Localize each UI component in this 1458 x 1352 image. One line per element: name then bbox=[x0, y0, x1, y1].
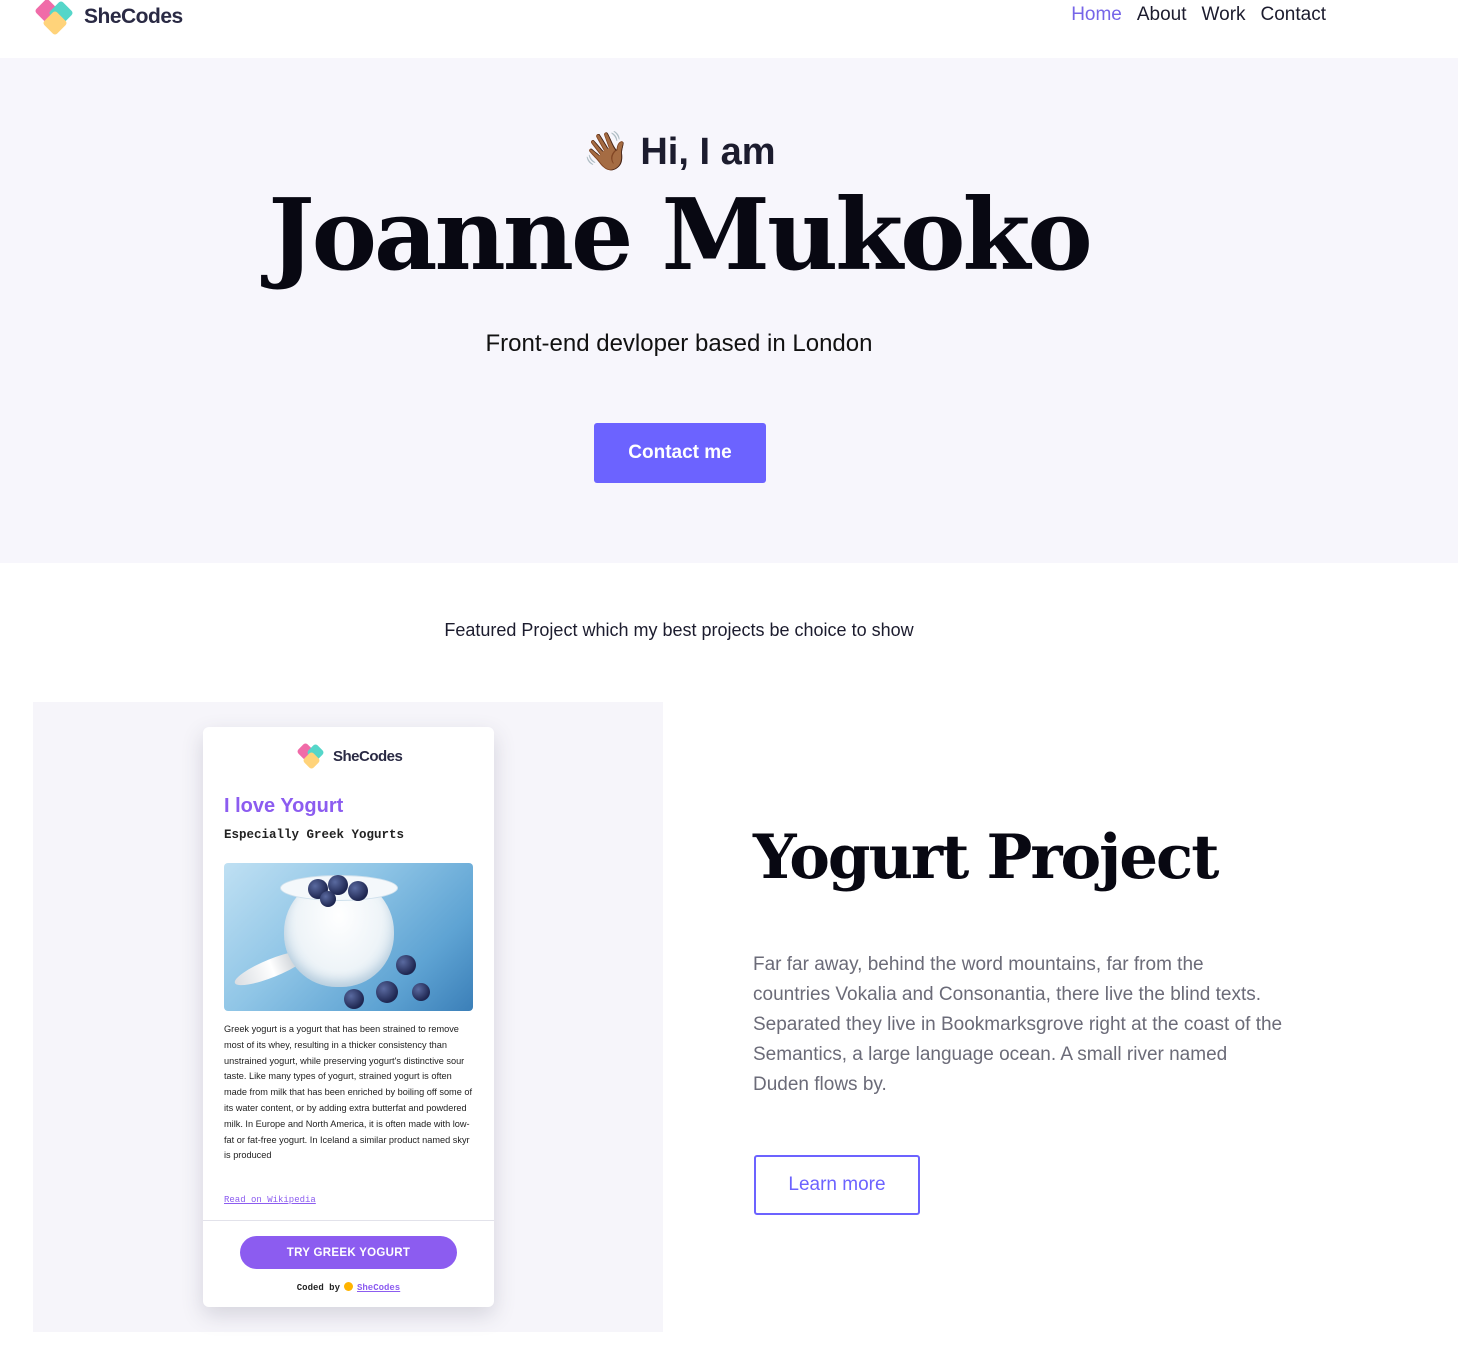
nav-link-home[interactable]: Home bbox=[1071, 4, 1122, 26]
learn-more-button[interactable]: Learn more bbox=[754, 1155, 920, 1215]
try-greek-yogurt-button[interactable]: TRY GREEK YOGURT bbox=[240, 1236, 457, 1269]
hero-greeting: 👋🏾 Hi, I am bbox=[0, 130, 1358, 174]
card-footer: Coded by SheCodes bbox=[203, 1282, 494, 1293]
project-preview[interactable]: SheCodes I love Yogurt Especially Greek … bbox=[33, 702, 663, 1332]
heart-icon bbox=[344, 1282, 353, 1291]
nav-links: Home About Work Contact bbox=[1071, 4, 1326, 26]
card-divider bbox=[203, 1220, 494, 1221]
shecodes-logo[interactable]: SheCodes bbox=[34, 0, 183, 36]
logo-text: SheCodes bbox=[84, 5, 183, 28]
hero-subtitle: Front-end devloper based in London bbox=[485, 330, 873, 357]
featured-intro: Featured Project which my best projects … bbox=[444, 620, 914, 640]
footer-prefix: Coded by bbox=[296, 1283, 340, 1293]
hero-section: 👋🏾 Hi, I am Joanne Mukoko Front-end devl… bbox=[0, 58, 1458, 563]
card-body-text: Greek yogurt is a yogurt that has been s… bbox=[224, 1024, 473, 1161]
shecodes-logo-icon bbox=[34, 0, 78, 36]
shecodes-logo-icon bbox=[296, 742, 329, 770]
nav-link-about[interactable]: About bbox=[1137, 4, 1187, 26]
greeting-text: Hi, I am bbox=[640, 131, 776, 173]
yogurt-image bbox=[224, 863, 473, 1011]
project-description: Far far away, behind the word mountains,… bbox=[753, 954, 1283, 1095]
card-title: I love Yogurt bbox=[224, 795, 344, 817]
card-subtitle: Especially Greek Yogurts bbox=[224, 828, 405, 842]
nav-link-work[interactable]: Work bbox=[1202, 4, 1246, 26]
contact-me-button[interactable]: Contact me bbox=[594, 423, 766, 483]
nav-link-contact[interactable]: Contact bbox=[1261, 4, 1326, 26]
top-navbar: SheCodes Home About Work Contact bbox=[0, 0, 1458, 58]
card-logo-text: SheCodes bbox=[333, 747, 403, 765]
read-on-wikipedia-link[interactable]: Read on Wikipedia bbox=[224, 1195, 316, 1205]
project-title: Yogurt Project bbox=[753, 822, 1219, 893]
hero-name: Joanne Mukoko bbox=[268, 178, 1092, 293]
card-logo: SheCodes bbox=[296, 742, 403, 770]
waving-hand-icon: 👋🏾 bbox=[582, 131, 630, 173]
shecodes-footer-link[interactable]: SheCodes bbox=[357, 1283, 400, 1293]
yogurt-preview-card: SheCodes I love Yogurt Especially Greek … bbox=[203, 727, 494, 1307]
